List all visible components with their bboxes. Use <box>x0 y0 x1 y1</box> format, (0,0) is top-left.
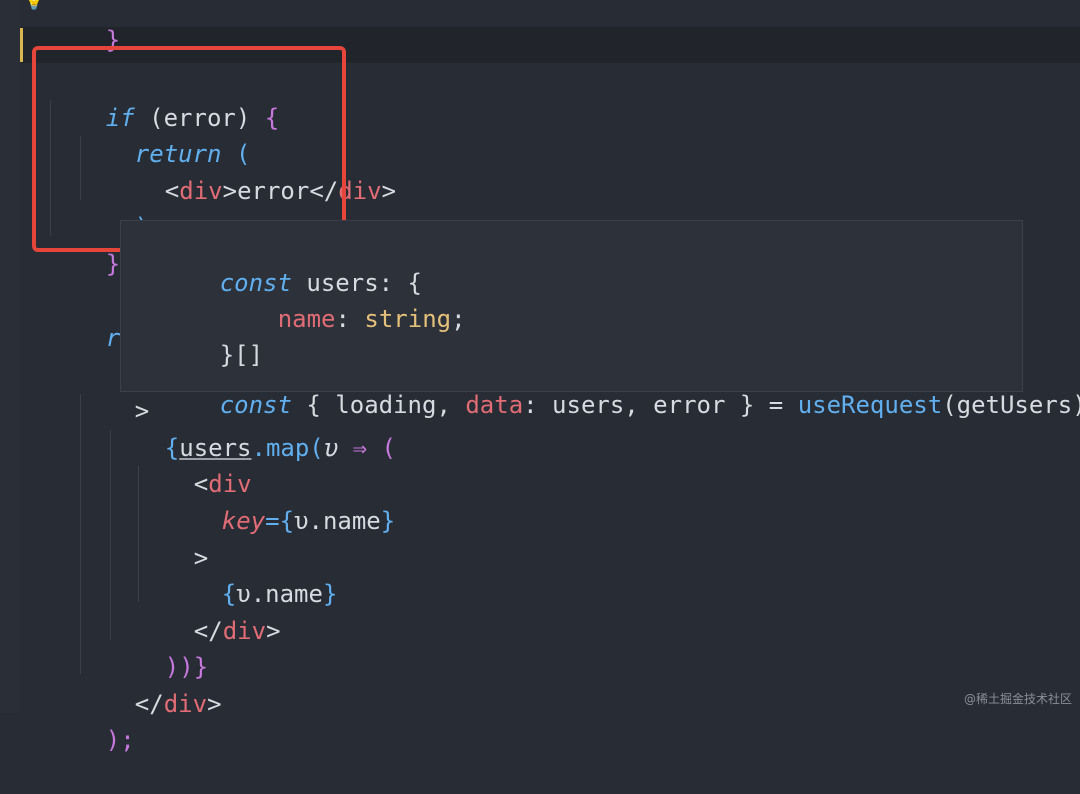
editor-gutter <box>0 0 20 713</box>
lightbulb-icon[interactable]: 💡 <box>24 0 44 10</box>
tooltip-line: name: string; <box>277 305 466 333</box>
watermark: @稀土掘金技术社区 <box>963 692 1072 706</box>
type-hover-tooltip: const users: { name: string; }[] const {… <box>120 220 1080 419</box>
code-line: > <box>193 544 209 572</box>
code-line: </div> <box>134 690 222 718</box>
tooltip-line: const { loading, data: users, error } = … <box>219 391 1080 419</box>
code-editor[interactable]: 💡 } if (error) { return ( <div>error</di… <box>0 0 1080 754</box>
code-line: key={υ.name} <box>221 507 396 535</box>
code-line: ); <box>105 726 135 754</box>
text-cursor <box>20 28 23 62</box>
code-line: } <box>105 26 121 54</box>
code-line: </div> <box>193 617 281 645</box>
code-line: ))} <box>164 653 209 681</box>
tooltip-line: }[] <box>219 341 264 369</box>
tooltip-line: const users: { <box>219 269 422 297</box>
code-line: {υ.name} <box>221 580 338 608</box>
